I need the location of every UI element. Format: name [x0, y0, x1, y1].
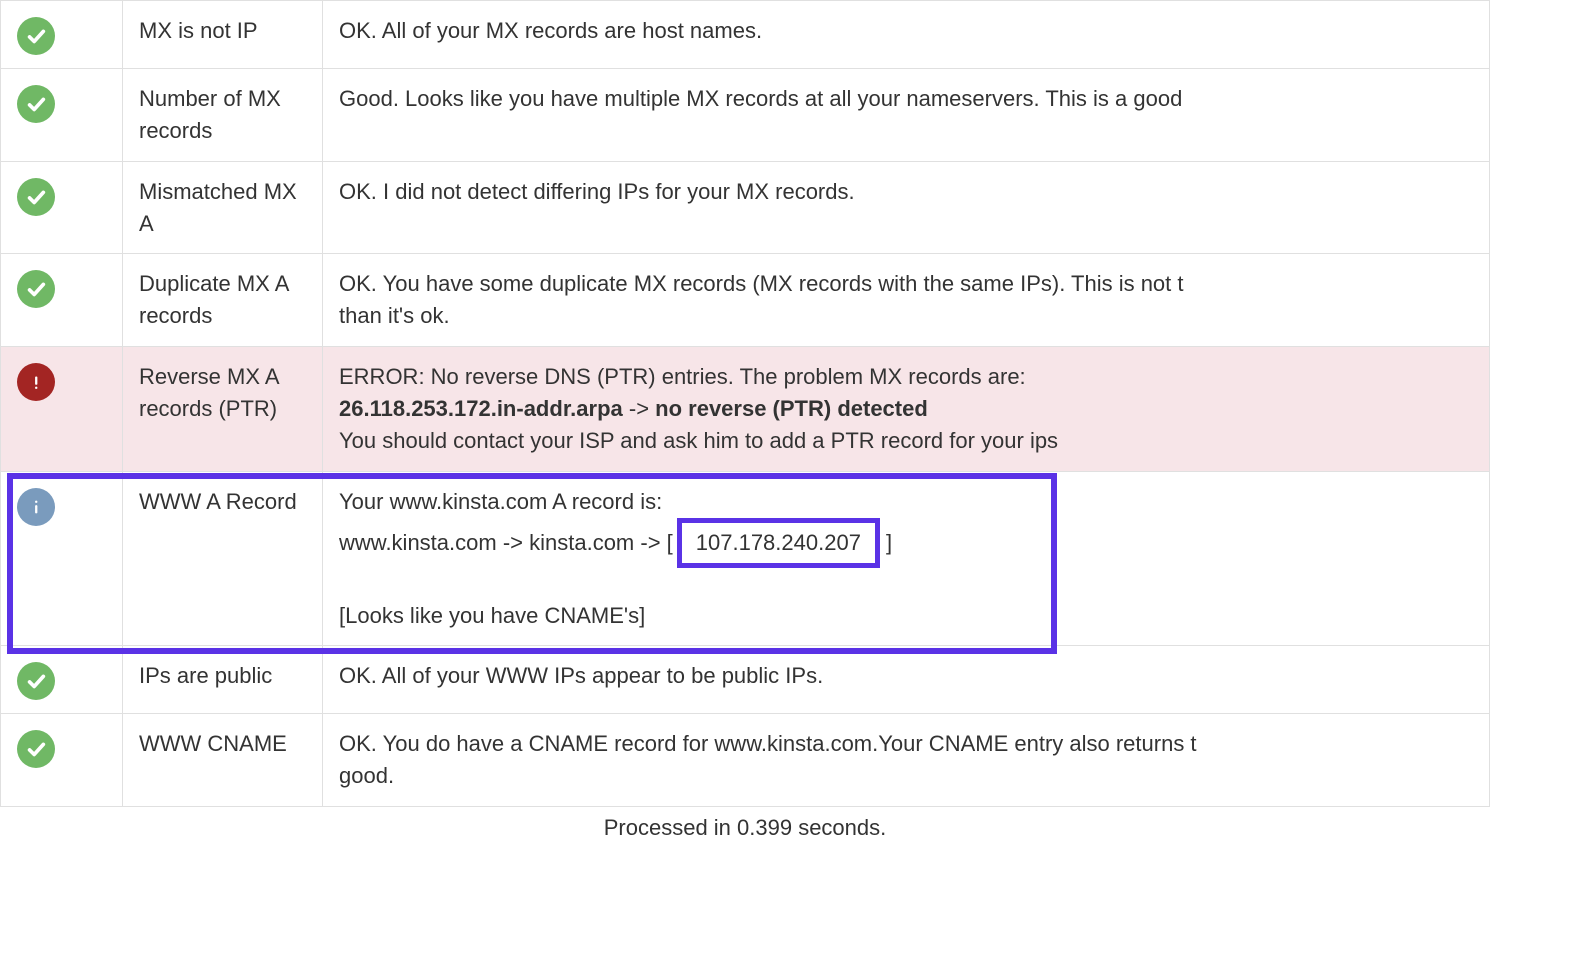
check-description: OK. All of your WWW IPs appear to be pub…: [323, 646, 1490, 714]
checkmark-icon: [17, 17, 55, 55]
error-ip-arpa: 26.118.253.172.in-addr.arpa: [339, 396, 623, 421]
checkmark-icon: [17, 662, 55, 700]
check-label: MX is not IP: [123, 1, 323, 69]
check-description: ERROR: No reverse DNS (PTR) entries. The…: [323, 347, 1490, 472]
www-a-chain: www.kinsta.com -> kinsta.com -> [: [339, 530, 673, 555]
check-label: Number of MX records: [123, 68, 323, 161]
checkmark-icon: [17, 178, 55, 216]
table-row: Mismatched MX A OK. I did not detect dif…: [1, 161, 1490, 254]
error-line3: You should contact your ISP and ask him …: [339, 428, 1058, 453]
www-a-line1: Your www.kinsta.com A record is:: [339, 489, 662, 514]
check-label: WWW A Record: [123, 471, 323, 646]
check-description: OK. All of your MX records are host name…: [323, 1, 1490, 69]
error-no-ptr: no reverse (PTR) detected: [655, 396, 928, 421]
check-label: Duplicate MX A records: [123, 254, 323, 347]
www-a-post: ]: [880, 530, 892, 555]
check-label: WWW CNAME: [123, 714, 323, 807]
www-a-line3: [Looks like you have CNAME's]: [339, 603, 645, 628]
check-label: Mismatched MX A: [123, 161, 323, 254]
info-icon: [17, 488, 55, 526]
dns-results-table: MX is not IP OK. All of your MX records …: [0, 0, 1490, 807]
check-label: Reverse MX A records (PTR): [123, 347, 323, 472]
processing-time: Processed in 0.399 seconds.: [0, 807, 1490, 845]
checkmark-icon: [17, 730, 55, 768]
table-row-error: Reverse MX A records (PTR) ERROR: No rev…: [1, 347, 1490, 472]
table-row: WWW CNAME OK. You do have a CNAME record…: [1, 714, 1490, 807]
table-row: IPs are public OK. All of your WWW IPs a…: [1, 646, 1490, 714]
check-label: IPs are public: [123, 646, 323, 714]
check-description: Good. Looks like you have multiple MX re…: [323, 68, 1490, 161]
error-icon: [17, 363, 55, 401]
check-description: OK. You do have a CNAME record for www.k…: [323, 714, 1490, 807]
check-description: OK. I did not detect differing IPs for y…: [323, 161, 1490, 254]
check-description: Your www.kinsta.com A record is: www.kin…: [323, 471, 1490, 646]
checkmark-icon: [17, 85, 55, 123]
table-row-info: WWW A Record Your www.kinsta.com A recor…: [1, 471, 1490, 646]
table-row: MX is not IP OK. All of your MX records …: [1, 1, 1490, 69]
check-description: OK. You have some duplicate MX records (…: [323, 254, 1490, 347]
www-a-ip: 107.178.240.207: [696, 530, 861, 555]
table-row: Number of MX records Good. Looks like yo…: [1, 68, 1490, 161]
error-arrow: ->: [623, 396, 655, 421]
table-row: Duplicate MX A records OK. You have some…: [1, 254, 1490, 347]
error-line1: ERROR: No reverse DNS (PTR) entries. The…: [339, 364, 1026, 389]
www-a-ip-highlight: 107.178.240.207: [677, 518, 880, 568]
checkmark-icon: [17, 270, 55, 308]
